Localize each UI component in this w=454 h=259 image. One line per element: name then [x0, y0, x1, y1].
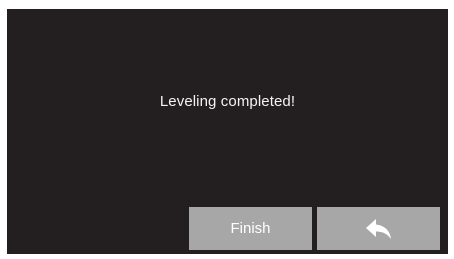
finish-button[interactable]: Finish [189, 207, 312, 250]
back-arrow-icon [365, 218, 391, 239]
leveling-screen: Leveling completed! Finish [7, 9, 448, 254]
back-button[interactable] [317, 207, 440, 250]
finish-button-label: Finish [230, 220, 271, 237]
leveling-completed-message: Leveling completed! [159, 93, 296, 110]
